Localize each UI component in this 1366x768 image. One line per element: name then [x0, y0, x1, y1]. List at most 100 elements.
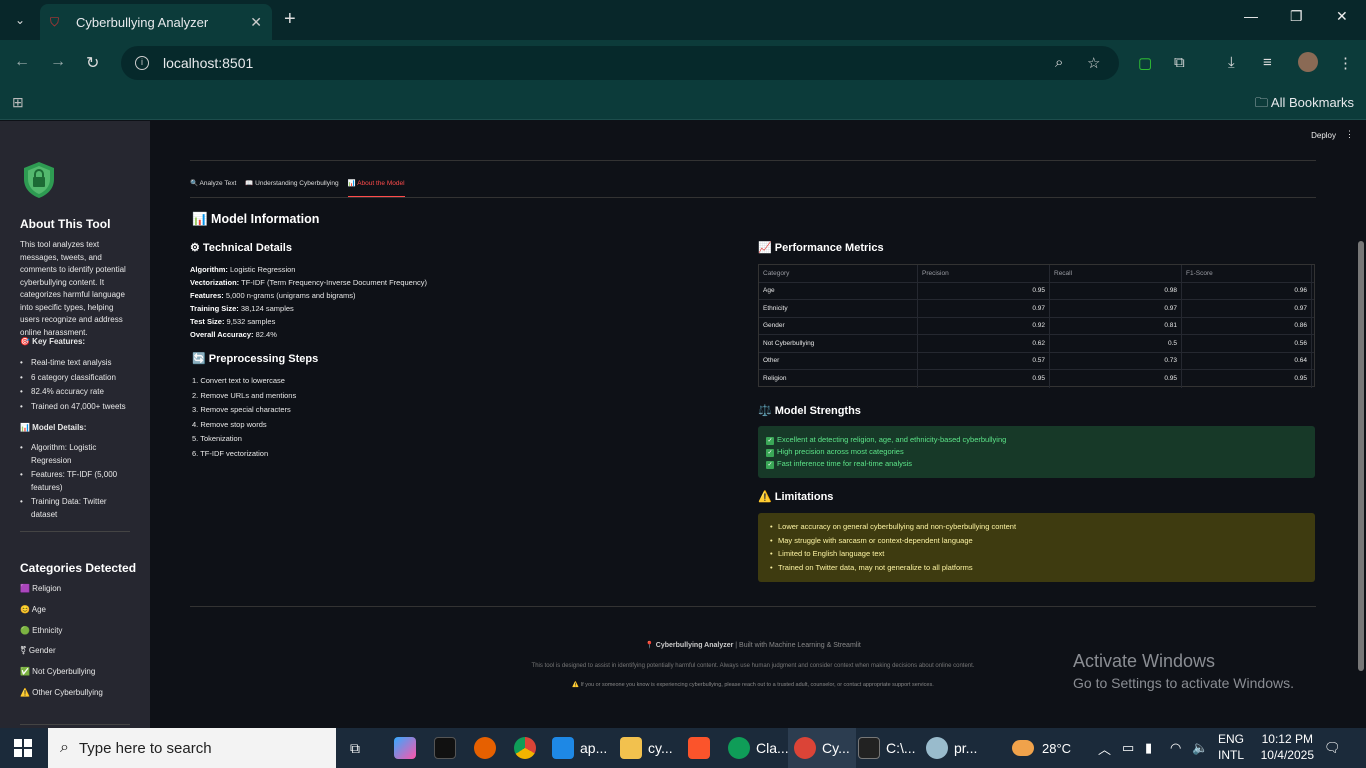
table-header-row: Category Precision Recall F1-Score — [759, 265, 1314, 283]
tab-search-icon[interactable]: ⌄ — [5, 5, 35, 35]
list-item: 1. Convert text to lowercase — [192, 376, 285, 385]
tab-about-model[interactable]: 📊 About the Model — [347, 179, 405, 197]
cell: 0.97 — [1182, 300, 1312, 317]
restore-icon[interactable]: ❐ — [1290, 8, 1303, 25]
header-category[interactable]: Category — [759, 265, 918, 282]
battery-icon[interactable]: ▮ — [1145, 728, 1152, 768]
cell: Other — [759, 352, 918, 369]
cell: 0.95 — [918, 370, 1050, 388]
limitations-title: ⚠️ Limitations — [758, 491, 834, 503]
list-item: Limited to English language text — [770, 547, 1307, 561]
scrollbar[interactable] — [1358, 241, 1364, 671]
close-tab-icon[interactable]: ✕ — [250, 14, 262, 31]
terminal-app[interactable]: C:\... — [858, 728, 916, 768]
tab-title: Cyberbullying Analyzer — [76, 14, 209, 30]
paint-app[interactable]: pr... — [926, 728, 977, 768]
footer-brand: 📍 Cyberbullying Analyzer | Built with Ma… — [645, 642, 861, 649]
tab-analyze-text[interactable]: 🔍 Analyze Text — [190, 179, 236, 197]
minimize-icon[interactable]: — — [1244, 8, 1258, 24]
profile-avatar[interactable] — [1298, 52, 1318, 72]
list-item: 2. Remove URLs and mentions — [192, 390, 297, 400]
apps-grid-icon[interactable]: ⊞ — [12, 94, 24, 111]
star-icon[interactable]: ☆ — [1087, 54, 1100, 72]
extensions-icon[interactable]: ⧉ — [1174, 54, 1185, 71]
menu-icon[interactable]: ⋮ — [1338, 54, 1353, 72]
back-icon[interactable]: ← — [14, 53, 30, 71]
list-item: Lower accuracy on general cyberbullying … — [770, 520, 1307, 534]
task-view-icon[interactable]: ⧉ — [350, 728, 360, 768]
reload-icon[interactable]: ↻ — [86, 53, 99, 73]
new-tab-icon[interactable]: + — [284, 8, 296, 31]
site-info-icon[interactable]: i — [135, 56, 149, 70]
list-item: 5. Tokenization — [192, 434, 242, 443]
list-item: Algorithm: Logistic Regression — [20, 442, 135, 467]
detail-features: Features: 5,000 n-grams (unigrams and bi… — [190, 291, 356, 300]
copilot-icon[interactable] — [394, 728, 422, 768]
strengths-title: ⚖️ Model Strengths — [758, 405, 861, 417]
chevron-up-icon[interactable]: ︿ — [1098, 728, 1111, 768]
firefox-icon[interactable] — [474, 728, 502, 768]
clock[interactable]: 10:12 PM 10/4/2025 — [1261, 731, 1314, 763]
category-religion: 🟪 Religion — [20, 584, 62, 593]
detail-algorithm: Algorithm: Logistic Regression — [190, 265, 296, 274]
divider — [190, 606, 1316, 607]
language-indicator[interactable]: ENG INTL — [1218, 731, 1244, 763]
strength-item: ✓ Excellent at detecting religion, age, a… — [766, 435, 1007, 445]
table-row: Other 0.57 0.73 0.64 — [759, 352, 1314, 370]
meet-icon[interactable]: ▭ — [1122, 728, 1134, 768]
key-features-list: Real-time text analysis 6 category class… — [20, 357, 135, 415]
cell: 0.96 — [1182, 282, 1312, 299]
chrome-app-1[interactable]: Cla... — [728, 728, 789, 768]
tradingview-icon[interactable] — [434, 728, 462, 768]
brave-icon[interactable] — [688, 728, 716, 768]
tab-understanding[interactable]: 📖 Understanding Cyberbullying — [245, 179, 338, 197]
weather[interactable]: 28°C — [1012, 728, 1071, 768]
download-icon[interactable]: ⤓ — [1228, 54, 1235, 71]
cell: 0.95 — [918, 282, 1050, 299]
metrics-table[interactable]: Category Precision Recall F1-Score Age 0.… — [758, 264, 1315, 388]
detail-accuracy: Overall Accuracy: 82.4% — [190, 330, 277, 339]
header-f1[interactable]: F1-Score — [1182, 265, 1312, 282]
category-other: ⚠️ Other Cyberbullying — [20, 688, 103, 697]
weather-icon — [1012, 740, 1034, 756]
volume-icon[interactable]: 🔈 — [1192, 728, 1208, 768]
wifi-icon[interactable]: ◠ — [1170, 728, 1181, 768]
forward-icon[interactable]: → — [50, 53, 66, 71]
preprocessing-list: 1. Convert text to lowercase 2. Remove U… — [192, 374, 296, 461]
windows-start-icon[interactable] — [14, 739, 32, 757]
close-window-icon[interactable]: ✕ — [1336, 8, 1348, 25]
tech-details-title: ⚙ Technical Details — [190, 242, 292, 254]
category-age: 😊 Age — [20, 605, 46, 614]
zoom-icon[interactable]: ⌕ — [1055, 54, 1063, 71]
taskbar-search[interactable]: ⌕ Type here to search — [48, 728, 336, 768]
chrome-icon — [728, 737, 750, 759]
chrome-app-2[interactable]: Cy... — [788, 728, 856, 768]
media-icon[interactable]: ≡ — [1263, 54, 1272, 71]
taskbar: ⌕ Type here to search ⧉ ap... cy... Cla.… — [0, 728, 1366, 768]
search-placeholder: Type here to search — [78, 739, 212, 757]
chrome-icon — [794, 737, 816, 759]
search-icon: ⌕ — [60, 739, 69, 756]
app-menu-icon[interactable]: ⋮ — [1345, 129, 1354, 140]
cell: 0.86 — [1182, 317, 1312, 334]
chrome-icon[interactable] — [514, 728, 542, 768]
header-recall[interactable]: Recall — [1050, 265, 1182, 282]
divider — [190, 197, 1316, 198]
vscode-app[interactable]: ap... — [552, 728, 607, 768]
model-details-list: Algorithm: Logistic Regression Features:… — [20, 442, 135, 523]
all-bookmarks[interactable]: 🗀 All Bookmarks — [1255, 94, 1354, 116]
address-bar[interactable]: i localhost:8501 ⌕ ☆ — [121, 46, 1119, 80]
list-item: 6. TF-IDF vectorization — [192, 448, 269, 458]
browser-tab[interactable]: ⛉ Cyberbullying Analyzer ✕ — [40, 4, 272, 40]
list-item: Real-time text analysis — [20, 357, 135, 370]
list-item: Trained on Twitter data, may not general… — [770, 561, 1307, 575]
header-precision[interactable]: Precision — [918, 265, 1050, 282]
table-row: Religion 0.95 0.95 0.95 — [759, 370, 1314, 388]
explorer-app[interactable]: cy... — [620, 728, 673, 768]
deploy-button[interactable]: Deploy — [1311, 131, 1336, 140]
notification-icon[interactable]: 🗨 — [1324, 728, 1341, 768]
extension-chat-icon[interactable]: ▢ — [1138, 54, 1152, 72]
folder-icon — [620, 737, 642, 759]
key-features-title: 🎯 Key Features: — [20, 337, 86, 346]
url-text[interactable]: localhost:8501 — [163, 55, 253, 71]
